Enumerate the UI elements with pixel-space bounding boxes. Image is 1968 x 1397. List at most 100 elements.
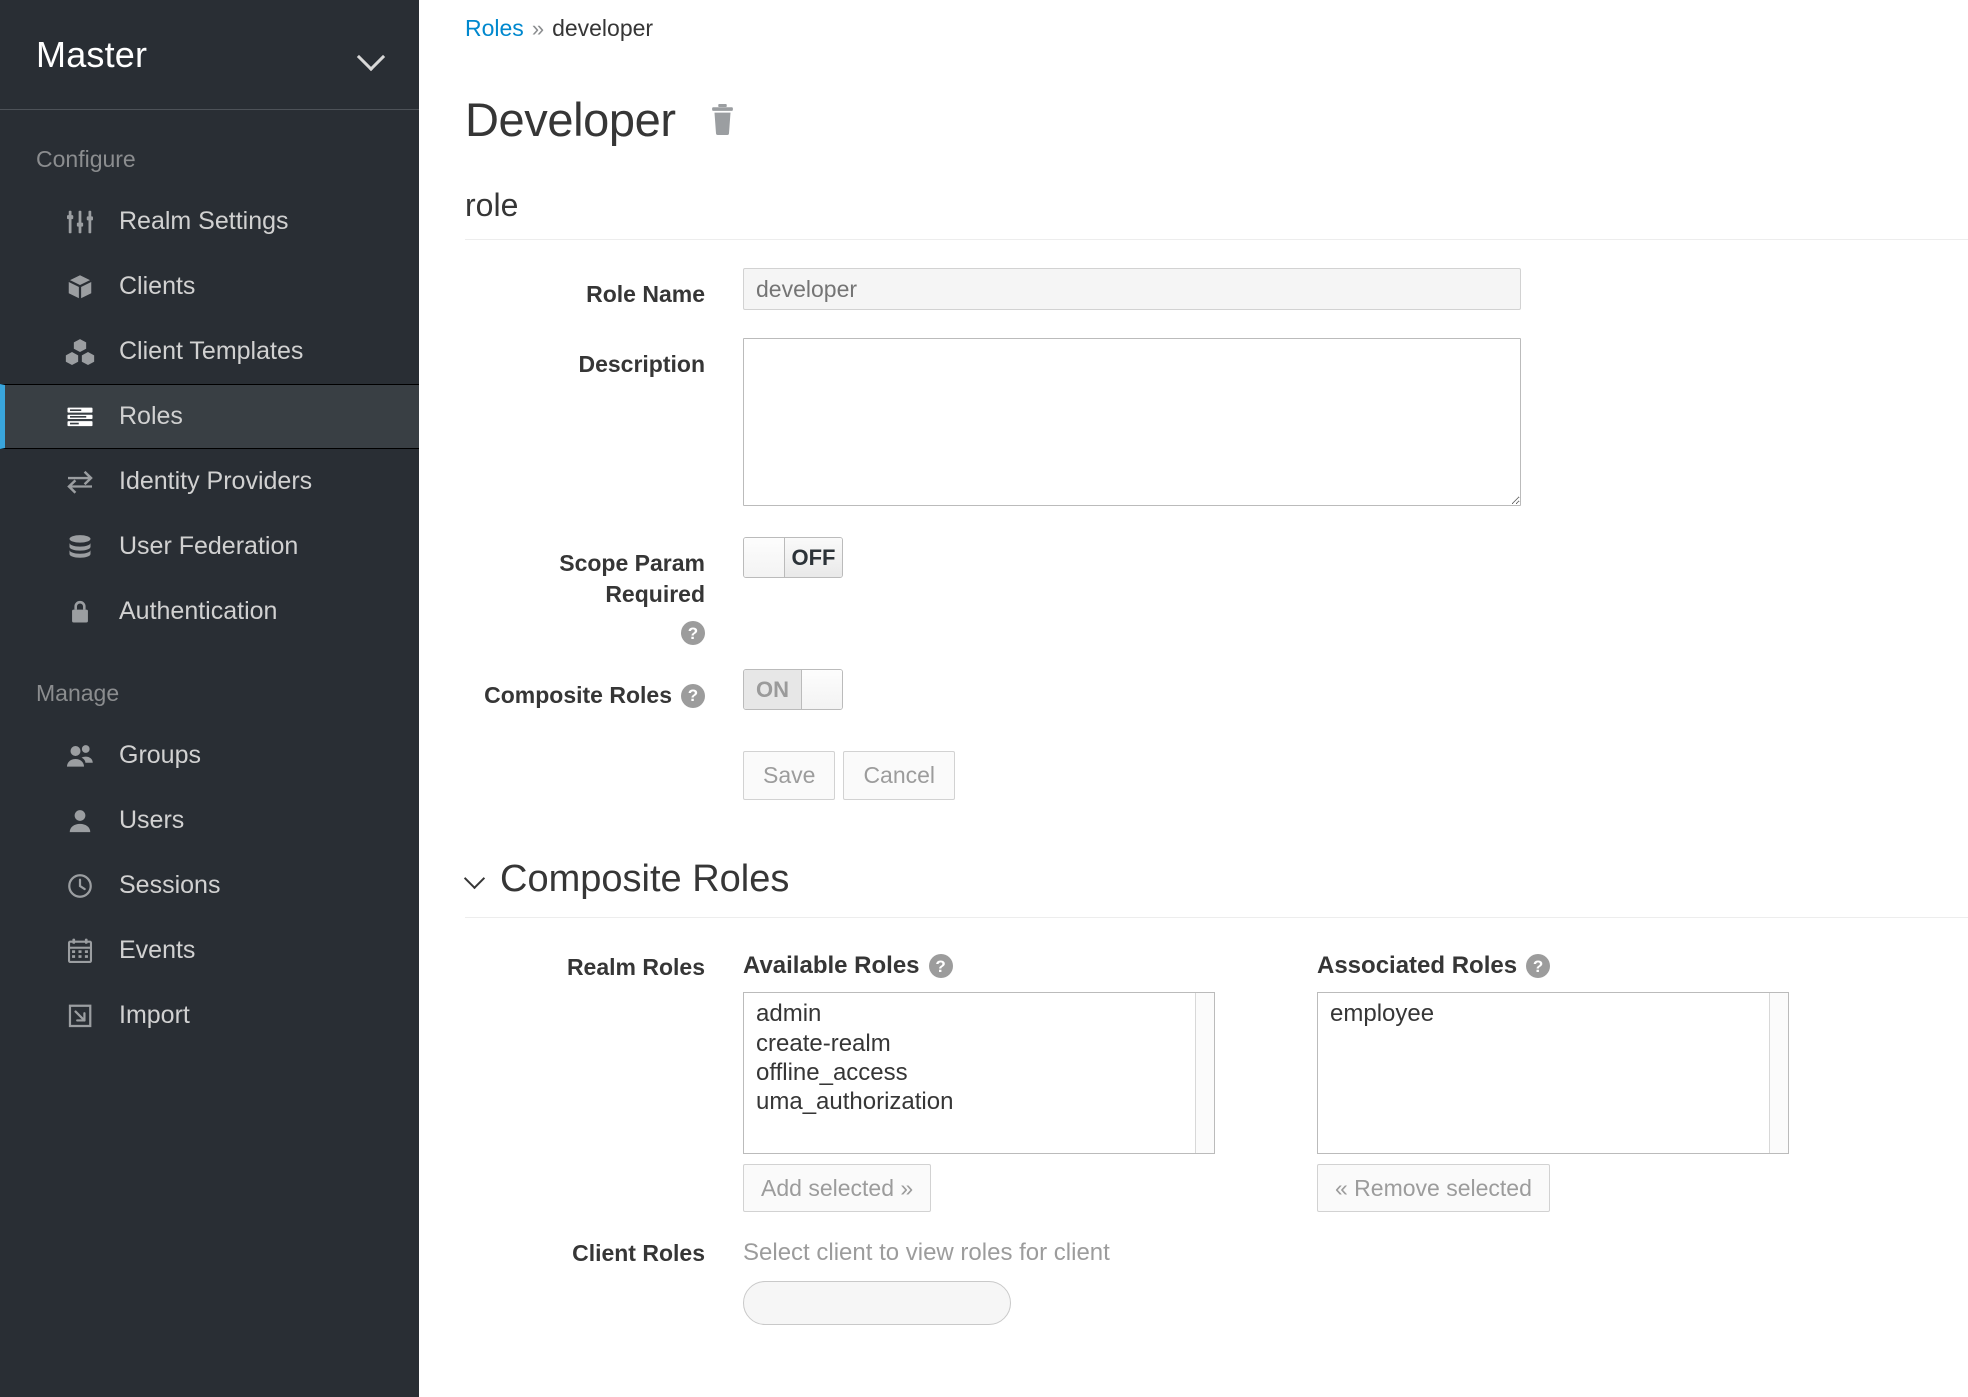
cube-icon [63,270,97,304]
client-select[interactable] [743,1281,1011,1326]
user-icon [63,804,97,838]
breadcrumb-link-roles[interactable]: Roles [465,15,524,41]
users-icon [63,739,97,773]
breadcrumb: Roles » developer [465,0,1968,42]
realm-selector[interactable]: Master [0,0,419,110]
scrollbar-track[interactable] [1769,993,1788,1154]
keycloak-admin-console: Master Configure Realm Settings Clients … [0,0,1968,1397]
scrollbar-track[interactable] [1195,993,1214,1154]
available-roles-column: Available Roles ? admin create-realm off… [743,952,1215,1213]
associated-roles-column: Associated Roles ? employee « Remove sel… [1317,952,1789,1213]
available-roles-listbox[interactable]: admin create-realm offline_access uma_au… [743,992,1215,1155]
scope-param-required-toggle[interactable]: OFF [743,537,843,579]
list-rows-icon [63,400,97,434]
list-item[interactable]: employee [1318,999,1788,1028]
sidebar-item-clients[interactable]: Clients [0,254,419,319]
composite-roles-label-text: Composite Roles [484,682,672,709]
sidebar-item-realm-settings[interactable]: Realm Settings [0,189,419,254]
toggle-knob [744,538,784,578]
sidebar-item-client-templates[interactable]: Client Templates [0,319,419,384]
scope-param-required-label-text: Scope Param Required [559,550,705,608]
import-arrow-icon [63,999,97,1033]
trash-icon[interactable] [708,103,737,136]
associated-roles-title-text: Associated Roles [1317,952,1518,980]
page-header: Developer [465,92,1968,147]
associated-roles-listbox[interactable]: employee [1317,992,1789,1155]
form-row-role-name: Role Name [465,268,1968,310]
database-icon [63,530,97,564]
sidebar-item-authentication[interactable]: Authentication [0,579,419,644]
form-actions: Save Cancel [743,751,1968,801]
nav-group-title-configure: Configure [36,146,136,172]
toggle-knob [802,670,842,710]
question-circle-icon[interactable]: ? [681,621,705,646]
divider [465,917,1968,919]
composite-roles-label: Composite Roles ? [465,669,705,711]
exchange-arrows-icon [63,465,97,499]
list-item[interactable]: uma_authorization [744,1087,1214,1116]
form-row-composite-roles-toggle: Composite Roles ? ON [465,669,1968,711]
scope-param-required-label: Scope Param Required ? [465,537,705,647]
form-row-scope-param-required: Scope Param Required ? OFF [465,537,1968,647]
cancel-button[interactable]: Cancel [843,751,956,801]
role-name-input[interactable] [743,268,1521,310]
list-item[interactable]: offline_access [744,1058,1214,1087]
client-roles-note: Select client to view roles for client [743,1239,1110,1267]
composite-roles-toggle[interactable]: ON [743,669,843,711]
available-roles-title: Available Roles ? [743,952,1215,980]
sliders-icon [63,205,97,239]
sidebar-item-label: Import [119,1001,190,1029]
nav-group-manage: Manage Groups Users Sessions Events Impo… [0,644,419,1048]
divider [465,239,1968,240]
associated-roles-title: Associated Roles ? [1317,952,1789,980]
composite-roles-section-header[interactable]: Composite Roles [465,858,1968,917]
realm-name: Master [36,33,148,75]
remove-selected-button[interactable]: « Remove selected [1317,1164,1550,1213]
sidebar-item-label: Groups [119,741,201,769]
sidebar-item-users[interactable]: Users [0,788,419,853]
save-button[interactable]: Save [743,751,836,801]
role-name-label: Role Name [586,281,705,307]
sidebar-item-label: Roles [119,402,183,430]
clock-icon [63,869,97,903]
sidebar-item-events[interactable]: Events [0,918,419,983]
sidebar-item-import[interactable]: Import [0,983,419,1048]
sidebar-item-label: Client Templates [119,337,304,365]
realm-roles-label: Realm Roles [566,954,705,981]
available-roles-title-text: Available Roles [743,952,920,980]
sidebar-item-label: Authentication [119,597,278,625]
nav-group-title-manage: Manage [36,680,120,706]
nav-group-configure: Configure Realm Settings Clients Client … [0,110,419,644]
sidebar-item-label: User Federation [119,532,299,560]
sidebar-item-user-federation[interactable]: User Federation [0,514,419,579]
sidebar-item-groups[interactable]: Groups [0,723,419,788]
main-content: Roles » developer Developer role Role Name [419,0,1968,1397]
sidebar-item-identity-providers[interactable]: Identity Providers [0,449,419,514]
chevron-down-icon [359,47,385,62]
sidebar-item-sessions[interactable]: Sessions [0,853,419,918]
composite-roles-section-title: Composite Roles [500,858,790,901]
toggle-state-label: OFF [784,538,842,578]
list-item[interactable]: admin [744,999,1214,1028]
description-textarea[interactable] [743,338,1521,507]
add-selected-button[interactable]: Add selected » [743,1164,932,1213]
sidebar-item-label: Users [119,806,185,834]
description-label: Description [578,351,705,378]
form-row-description: Description [465,338,1968,511]
cubes-icon [63,335,97,369]
breadcrumb-current: developer [552,15,654,41]
question-circle-icon[interactable]: ? [681,683,705,708]
realm-roles-dual-list: Realm Roles Available Roles ? admin crea… [465,952,1968,1213]
sidebar-item-label: Sessions [119,871,221,899]
sidebar-item-roles[interactable]: Roles [0,384,419,449]
question-circle-icon[interactable]: ? [1526,954,1551,979]
list-item[interactable]: create-realm [744,1029,1214,1058]
section-heading-role: role [465,187,519,223]
toggle-state-label: ON [744,670,802,710]
question-circle-icon[interactable]: ? [928,954,953,979]
sidebar: Master Configure Realm Settings Clients … [0,0,419,1397]
client-roles-row: Client Roles Select client to view roles… [465,1238,1968,1267]
client-roles-label: Client Roles [572,1240,705,1267]
lock-icon [63,595,97,629]
